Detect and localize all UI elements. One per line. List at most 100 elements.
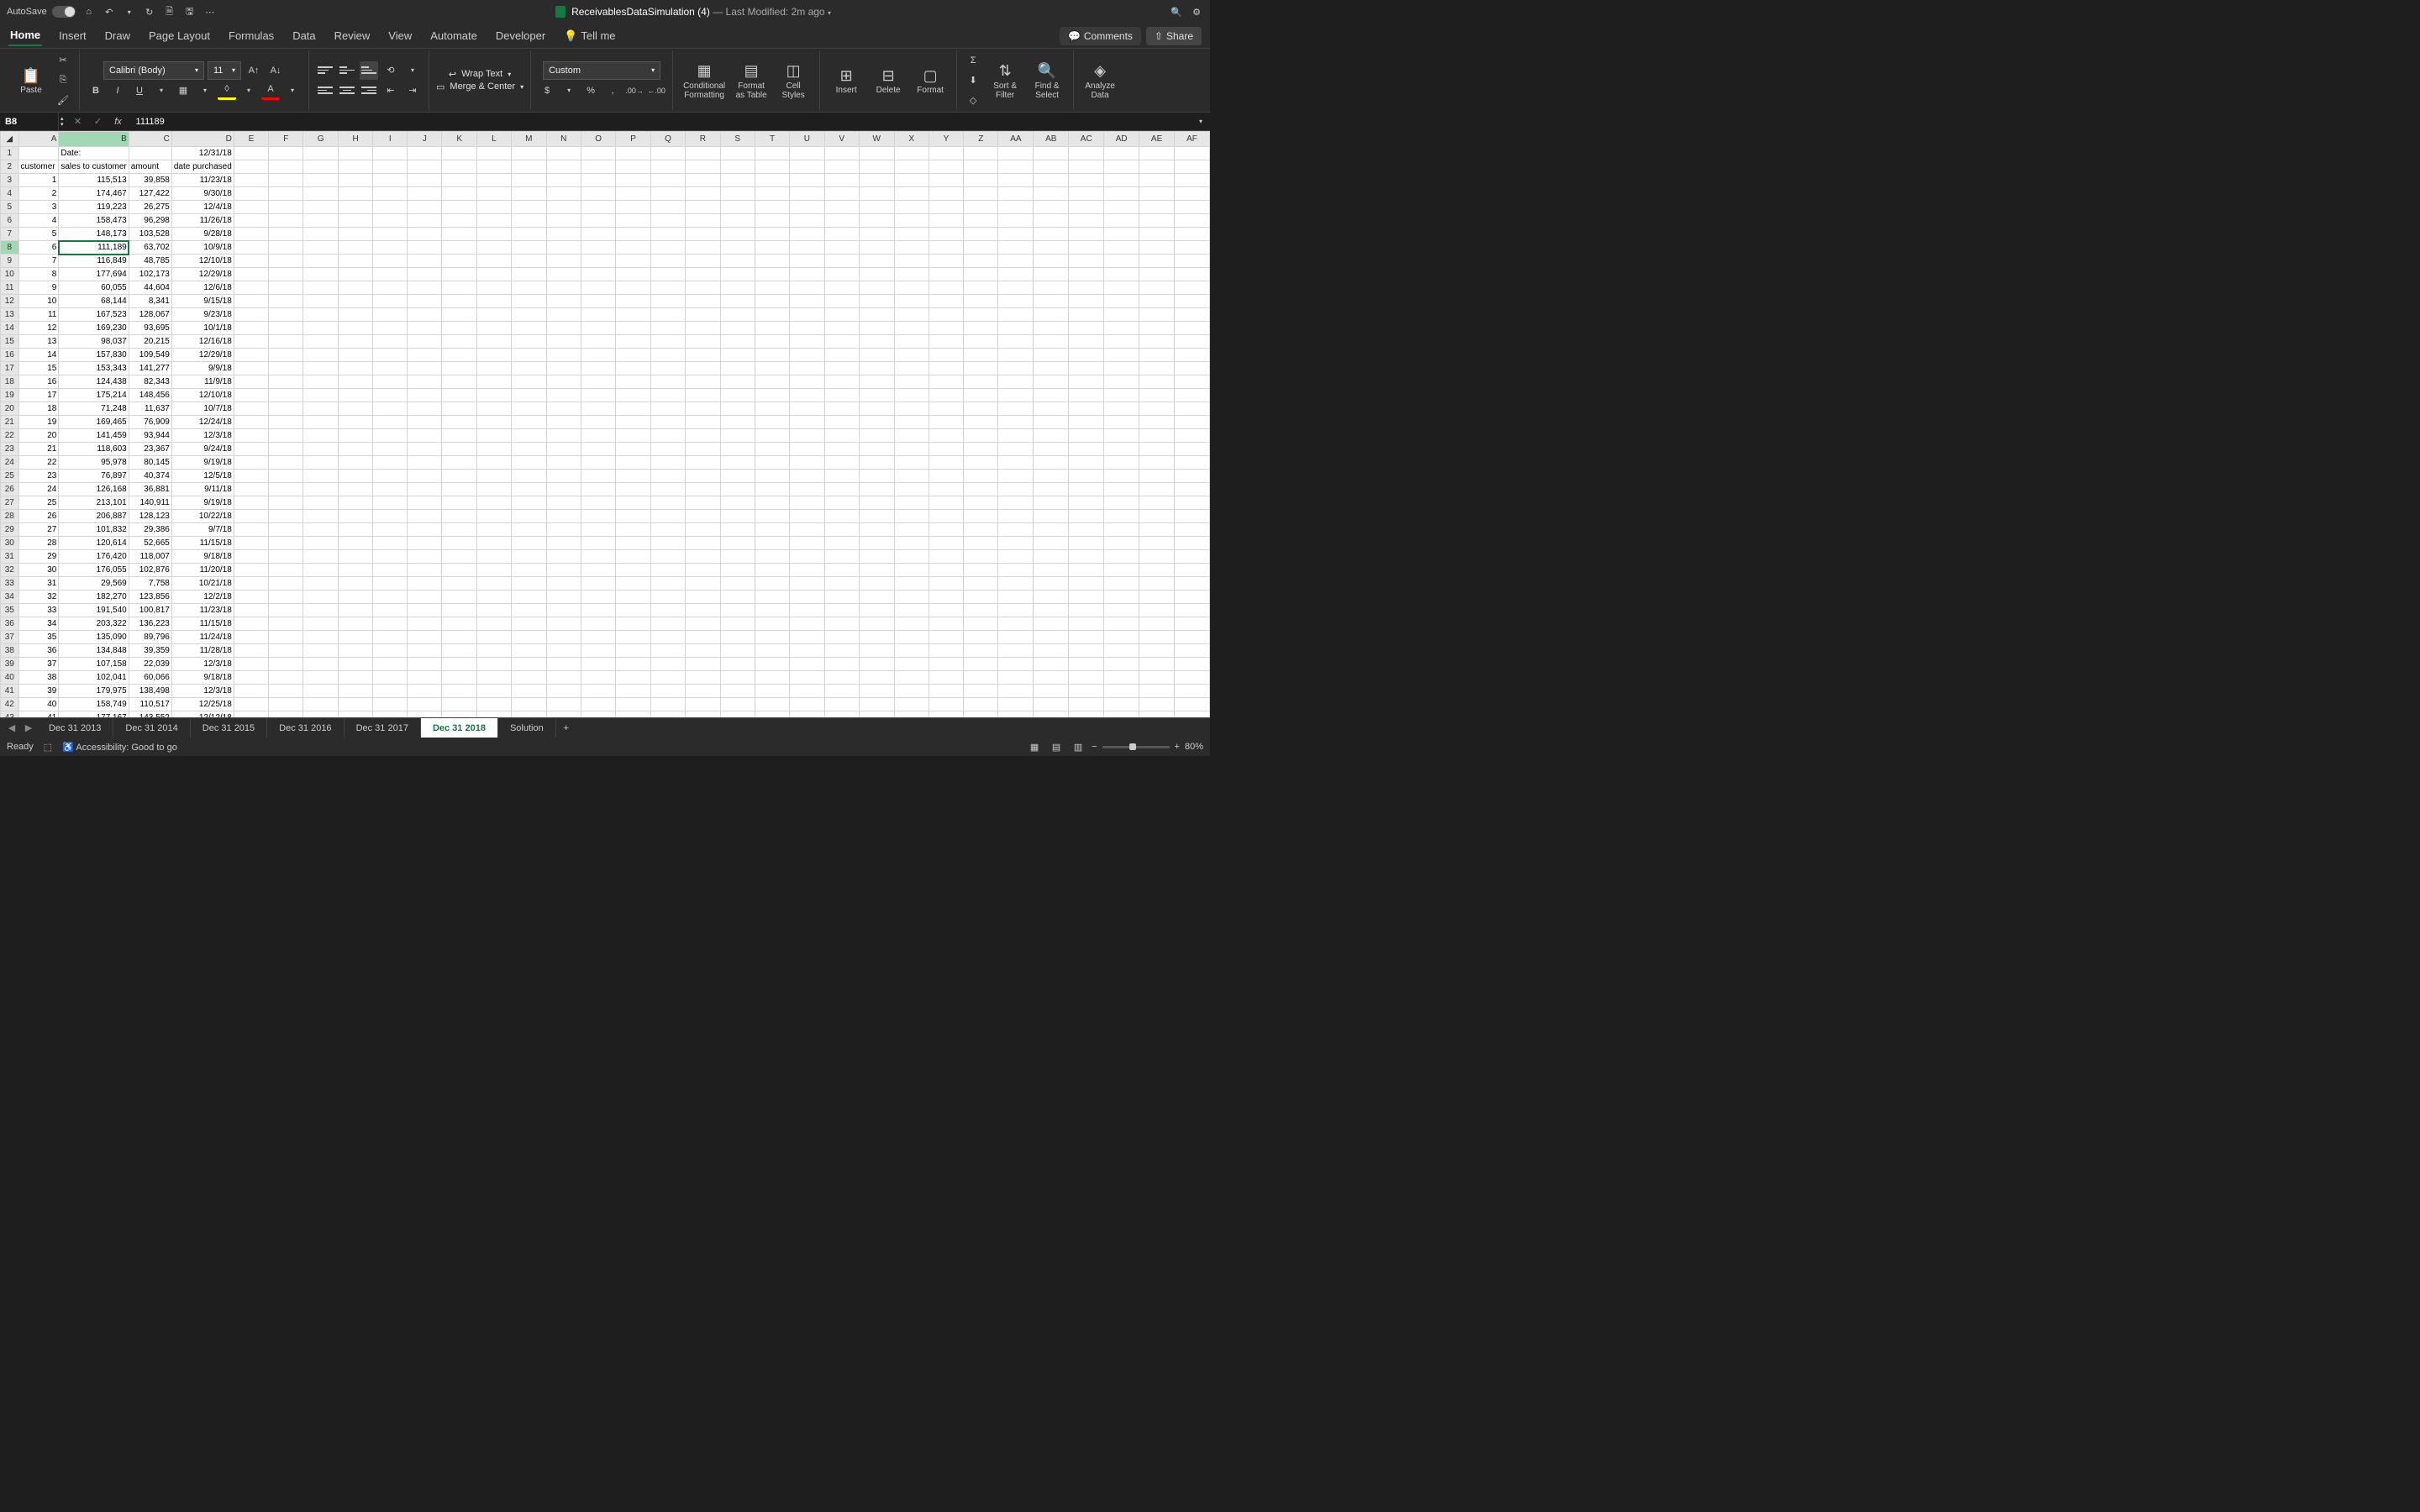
cell-I34[interactable]	[373, 591, 408, 604]
cell-AB30[interactable]	[1034, 537, 1069, 550]
cell-F3[interactable]	[269, 174, 303, 187]
cell-F18[interactable]	[269, 375, 303, 389]
cell-T22[interactable]	[755, 429, 789, 443]
cell-D29[interactable]: 9/7/18	[171, 523, 234, 537]
cell-M42[interactable]	[512, 698, 546, 711]
cell-AC41[interactable]	[1069, 685, 1104, 698]
col-header-B[interactable]: B	[59, 132, 129, 147]
tab-nav-next[interactable]: ▶	[20, 722, 37, 733]
cell-T32[interactable]	[755, 564, 789, 577]
cell-M29[interactable]	[512, 523, 546, 537]
cell-D14[interactable]: 10/1/18	[171, 322, 234, 335]
cell-AB21[interactable]	[1034, 416, 1069, 429]
cell-M18[interactable]	[512, 375, 546, 389]
cell-AD30[interactable]	[1104, 537, 1139, 550]
cell-K42[interactable]	[442, 698, 476, 711]
col-header-D[interactable]: D	[171, 132, 234, 147]
cell-N30[interactable]	[546, 537, 581, 550]
cell-P39[interactable]	[616, 658, 650, 671]
cell-Q9[interactable]	[650, 255, 685, 268]
cell-O27[interactable]	[581, 496, 615, 510]
cell-Z43[interactable]	[964, 711, 998, 718]
cell-U23[interactable]	[790, 443, 824, 456]
cell-M35[interactable]	[512, 604, 546, 617]
cell-A27[interactable]: 25	[18, 496, 59, 510]
cell-P1[interactable]	[616, 147, 650, 160]
cell-S19[interactable]	[720, 389, 755, 402]
zoom-out-button[interactable]: −	[1092, 742, 1097, 752]
cell-M14[interactable]	[512, 322, 546, 335]
cell-M1[interactable]	[512, 147, 546, 160]
cell-R37[interactable]	[686, 631, 720, 644]
cell-O14[interactable]	[581, 322, 615, 335]
cell-P29[interactable]	[616, 523, 650, 537]
cell-D1[interactable]: 12/31/18	[171, 147, 234, 160]
cell-AD6[interactable]	[1104, 214, 1139, 228]
cell-A5[interactable]: 3	[18, 201, 59, 214]
cell-U9[interactable]	[790, 255, 824, 268]
cell-R4[interactable]	[686, 187, 720, 201]
cell-K7[interactable]	[442, 228, 476, 241]
cell-S6[interactable]	[720, 214, 755, 228]
undo-icon[interactable]: ↶	[103, 5, 116, 18]
cell-AE8[interactable]	[1139, 241, 1175, 255]
cell-E14[interactable]	[234, 322, 268, 335]
cell-S25[interactable]	[720, 470, 755, 483]
cell-J11[interactable]	[408, 281, 442, 295]
tab-automate[interactable]: Automate	[429, 26, 479, 45]
cell-Q6[interactable]	[650, 214, 685, 228]
title-dropdown-icon[interactable]: ▾	[828, 9, 831, 17]
cell-E3[interactable]	[234, 174, 268, 187]
merge-dropdown[interactable]: ▾	[520, 83, 523, 91]
cell-E40[interactable]	[234, 671, 268, 685]
cell-AB32[interactable]	[1034, 564, 1069, 577]
cell-A15[interactable]: 13	[18, 335, 59, 349]
cell-AE18[interactable]	[1139, 375, 1175, 389]
col-header-S[interactable]: S	[720, 132, 755, 147]
row-header-19[interactable]: 19	[1, 389, 19, 402]
cell-E20[interactable]	[234, 402, 268, 416]
cell-O24[interactable]	[581, 456, 615, 470]
cell-R6[interactable]	[686, 214, 720, 228]
cell-F43[interactable]	[269, 711, 303, 718]
cell-T30[interactable]	[755, 537, 789, 550]
cell-A8[interactable]: 6	[18, 241, 59, 255]
col-header-Z[interactable]: Z	[964, 132, 998, 147]
cell-K1[interactable]	[442, 147, 476, 160]
cell-K14[interactable]	[442, 322, 476, 335]
cell-T10[interactable]	[755, 268, 789, 281]
cell-AA30[interactable]	[998, 537, 1034, 550]
cell-W33[interactable]	[859, 577, 894, 591]
cell-AA22[interactable]	[998, 429, 1034, 443]
cell-D42[interactable]: 12/25/18	[171, 698, 234, 711]
cell-F32[interactable]	[269, 564, 303, 577]
cell-L22[interactable]	[476, 429, 511, 443]
cell-F29[interactable]	[269, 523, 303, 537]
cell-P6[interactable]	[616, 214, 650, 228]
cell-AE13[interactable]	[1139, 308, 1175, 322]
cell-AF36[interactable]	[1175, 617, 1210, 631]
cell-Z16[interactable]	[964, 349, 998, 362]
cell-AF22[interactable]	[1175, 429, 1210, 443]
cell-B33[interactable]: 29,569	[59, 577, 129, 591]
cell-AE27[interactable]	[1139, 496, 1175, 510]
sheet-tab-Dec-31-2018[interactable]: Dec 31 2018	[421, 718, 498, 738]
cell-AF5[interactable]	[1175, 201, 1210, 214]
cell-A31[interactable]: 29	[18, 550, 59, 564]
cell-A40[interactable]: 38	[18, 671, 59, 685]
cell-C42[interactable]: 110,517	[129, 698, 171, 711]
cell-W32[interactable]	[859, 564, 894, 577]
cell-U30[interactable]	[790, 537, 824, 550]
cell-U22[interactable]	[790, 429, 824, 443]
cell-T25[interactable]	[755, 470, 789, 483]
cell-T2[interactable]	[755, 160, 789, 174]
col-header-W[interactable]: W	[859, 132, 894, 147]
cell-L3[interactable]	[476, 174, 511, 187]
cell-C8[interactable]: 63,702	[129, 241, 171, 255]
cell-Y26[interactable]	[929, 483, 963, 496]
cell-G9[interactable]	[303, 255, 338, 268]
cell-T9[interactable]	[755, 255, 789, 268]
cell-S1[interactable]	[720, 147, 755, 160]
cell-S15[interactable]	[720, 335, 755, 349]
cell-Z12[interactable]	[964, 295, 998, 308]
